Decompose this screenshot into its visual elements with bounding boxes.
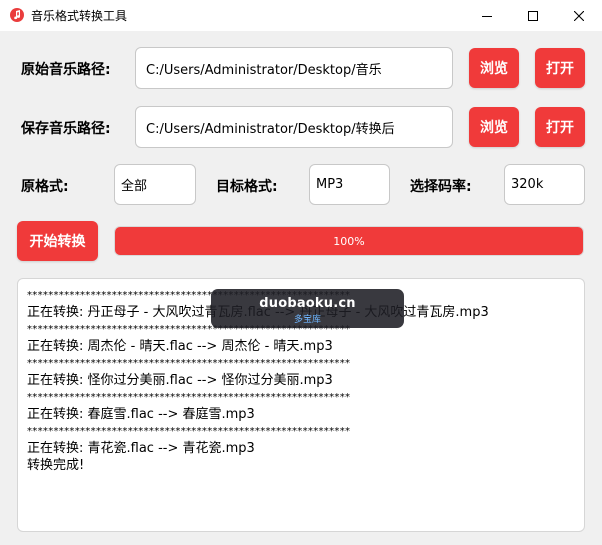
maximize-icon xyxy=(528,10,538,21)
log-separator: ****************************************… xyxy=(27,392,351,403)
save-browse-button[interactable]: 浏览 xyxy=(469,107,519,147)
save-path-input[interactable] xyxy=(135,106,453,148)
minimize-button[interactable] xyxy=(464,0,510,31)
log-separator: ****************************************… xyxy=(27,426,351,437)
source-open-button[interactable]: 打开 xyxy=(535,48,585,88)
progress-text: 100% xyxy=(333,234,365,248)
log-separator: ****************************************… xyxy=(27,358,351,369)
bitrate-field[interactable] xyxy=(504,164,585,205)
save-open-button[interactable]: 打开 xyxy=(535,107,585,147)
log-line: 正在转换: 怪你过分美丽.flac --> 怪你过分美丽.mp3 xyxy=(27,373,333,388)
save-path-label: 保存音乐路径: xyxy=(21,121,111,137)
source-path-input[interactable] xyxy=(135,47,453,89)
watermark-text: duobaoku.cn xyxy=(259,296,356,311)
close-icon xyxy=(574,10,584,21)
watermark-subtext: 多宝库 xyxy=(293,315,321,325)
log-line: 正在转换: 周杰伦 - 晴天.flac --> 周杰伦 - 晴天.mp3 xyxy=(27,339,333,354)
log-line: 正在转换: 青花瓷.flac --> 青花瓷.mp3 xyxy=(27,441,255,456)
source-browse-button[interactable]: 浏览 xyxy=(469,48,519,88)
minimize-icon xyxy=(482,15,492,17)
music-note-icon xyxy=(10,8,24,22)
target-format-field[interactable] xyxy=(309,164,390,205)
source-format-field[interactable] xyxy=(114,164,196,205)
progress-bar: 100% xyxy=(114,226,584,256)
bitrate-label: 选择码率: xyxy=(410,179,472,195)
log-line: 转换完成! xyxy=(27,458,85,473)
target-format-label: 目标格式: xyxy=(216,179,278,195)
start-convert-button[interactable]: 开始转换 xyxy=(17,221,98,261)
window-title: 音乐格式转换工具 xyxy=(31,9,128,23)
watermark-overlay: duobaoku.cn 多宝库 xyxy=(211,289,404,328)
log-line: 正在转换: 春庭雪.flac --> 春庭雪.mp3 xyxy=(27,407,255,422)
maximize-button[interactable] xyxy=(510,0,556,31)
close-button[interactable] xyxy=(556,0,602,31)
title-bar: 音乐格式转换工具 xyxy=(0,0,602,31)
source-format-label: 原格式: xyxy=(21,179,69,195)
source-path-label: 原始音乐路径: xyxy=(21,62,111,78)
